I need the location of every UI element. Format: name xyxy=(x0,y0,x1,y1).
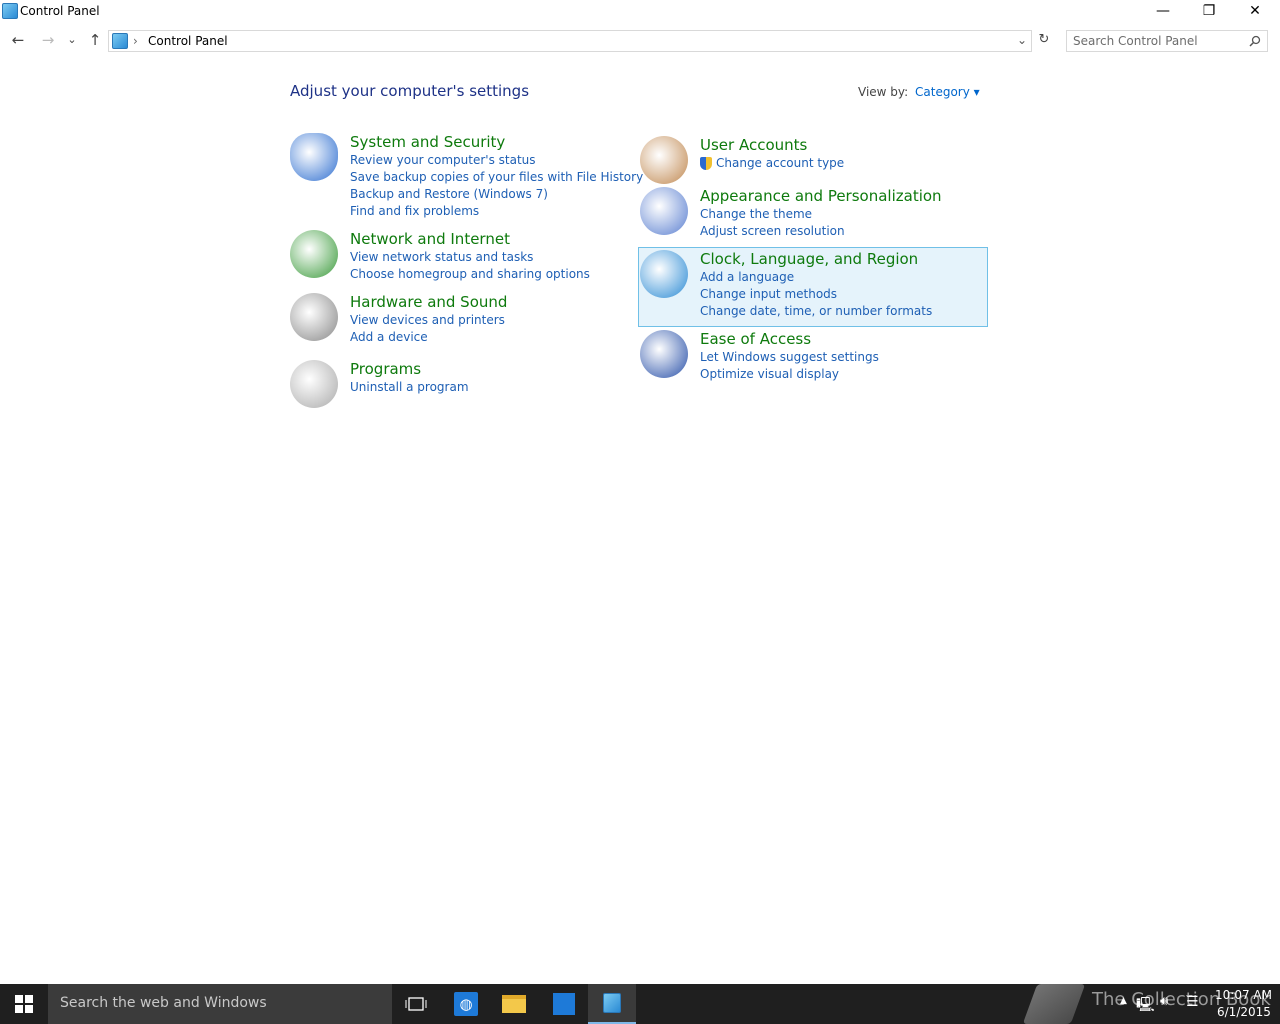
globe-icon: ◍ xyxy=(454,992,478,1016)
category-link[interactable]: Find and fix problems xyxy=(350,204,643,221)
category-title[interactable]: Appearance and Personalization xyxy=(700,187,942,205)
search-icon xyxy=(1249,35,1261,47)
volume-icon[interactable]: 🔊︎ xyxy=(1160,994,1168,1009)
category-link[interactable]: Backup and Restore (Windows 7) xyxy=(350,187,643,204)
breadcrumb-control-panel[interactable]: Control Panel xyxy=(148,34,228,48)
ease-of-access-icon[interactable] xyxy=(640,330,688,378)
store-button[interactable] xyxy=(540,984,588,1024)
category-link[interactable]: Add a language xyxy=(700,270,932,287)
watermark-book-logo xyxy=(1022,984,1086,1024)
network-globe-icon[interactable] xyxy=(290,230,338,278)
category-link[interactable]: Change input methods xyxy=(700,287,932,304)
taskbar: Search the web and Windows ◍ The Collect… xyxy=(0,984,1280,1024)
view-by-label: View by: xyxy=(858,85,909,99)
control-panel-icon xyxy=(112,33,128,49)
task-view-button[interactable] xyxy=(392,984,440,1024)
window-title: Control Panel xyxy=(20,4,100,18)
category-link[interactable]: Change the theme xyxy=(700,207,845,224)
minimize-button[interactable]: — xyxy=(1140,0,1186,22)
category-title[interactable]: Clock, Language, and Region xyxy=(700,250,918,268)
category-title[interactable]: Programs xyxy=(350,360,421,378)
close-button[interactable]: ✕ xyxy=(1232,0,1278,22)
category-title[interactable]: User Accounts xyxy=(700,136,807,154)
task-view-icon xyxy=(405,997,427,1011)
control-panel-taskbar-button[interactable] xyxy=(588,984,636,1024)
clock-date[interactable]: 6/1/2015 xyxy=(1217,1005,1271,1019)
recent-locations-button[interactable]: ⌄ xyxy=(62,30,82,50)
folder-icon xyxy=(502,995,526,1013)
category-link[interactable]: Save backup copies of your files with Fi… xyxy=(350,170,643,187)
control-panel-icon xyxy=(603,993,621,1013)
shield-icon[interactable] xyxy=(290,133,338,181)
category-link[interactable]: Review your computer's status xyxy=(350,153,643,170)
category-title[interactable]: System and Security xyxy=(350,133,505,151)
programs-icon[interactable] xyxy=(290,360,338,408)
control-panel-icon xyxy=(2,3,18,19)
restore-button[interactable]: ❐ xyxy=(1186,0,1232,22)
address-bar[interactable]: › Control Panel ⌄ xyxy=(108,30,1032,52)
category-link[interactable]: Choose homegroup and sharing options xyxy=(350,267,590,284)
category-link[interactable]: Adjust screen resolution xyxy=(700,224,845,241)
category-title[interactable]: Ease of Access xyxy=(700,330,811,348)
search-input[interactable]: Search Control Panel xyxy=(1066,30,1268,52)
show-hidden-icons-button[interactable]: ▲ xyxy=(1120,996,1127,1006)
category-title[interactable]: Hardware and Sound xyxy=(350,293,507,311)
category-title[interactable]: Network and Internet xyxy=(350,230,510,248)
page-title: Adjust your computer's settings xyxy=(290,82,530,100)
windows-logo-icon xyxy=(15,995,33,1013)
category-link[interactable]: View network status and tasks xyxy=(350,250,590,267)
taskbar-search-box[interactable]: Search the web and Windows xyxy=(48,984,392,1024)
category-link[interactable]: Change account type xyxy=(700,156,844,173)
category-link[interactable]: View devices and printers xyxy=(350,313,505,330)
file-explorer-button[interactable] xyxy=(490,984,538,1024)
forward-button[interactable]: → xyxy=(38,30,58,50)
search-placeholder: Search Control Panel xyxy=(1073,34,1198,48)
category-link[interactable]: Uninstall a program xyxy=(350,380,469,397)
monitor-palette-icon[interactable] xyxy=(640,187,688,235)
clock-globe-icon[interactable] xyxy=(640,250,688,298)
up-button[interactable]: ↑ xyxy=(85,30,105,50)
category-link[interactable]: Add a device xyxy=(350,330,505,347)
view-by-dropdown[interactable]: Category ▾ xyxy=(915,85,980,99)
uac-shield-icon xyxy=(700,157,712,170)
edge-browser-button[interactable]: ◍ xyxy=(442,984,490,1024)
start-button[interactable] xyxy=(0,984,48,1024)
action-center-icon[interactable]: ☰ xyxy=(1186,994,1199,1010)
store-icon xyxy=(553,993,575,1015)
users-icon[interactable] xyxy=(640,136,688,184)
address-dropdown-button[interactable]: ⌄ xyxy=(1017,33,1027,47)
clock-time[interactable]: 10:07 AM xyxy=(1215,988,1272,1002)
category-link[interactable]: Change date, time, or number formats xyxy=(700,304,932,321)
network-icon[interactable]: 🖳 xyxy=(1136,994,1155,1018)
printer-icon[interactable] xyxy=(290,293,338,341)
refresh-button[interactable]: ↻ xyxy=(1034,30,1054,50)
category-link[interactable]: Optimize visual display xyxy=(700,367,879,384)
title-bar: Control Panel — ❐ ✕ xyxy=(0,0,1280,24)
breadcrumb-separator: › xyxy=(133,34,138,48)
back-button[interactable]: ← xyxy=(8,30,28,50)
category-link[interactable]: Let Windows suggest settings xyxy=(700,350,879,367)
